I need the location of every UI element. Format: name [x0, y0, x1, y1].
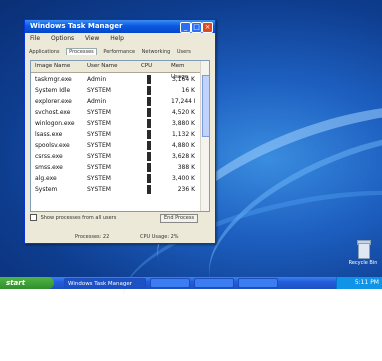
table-row[interactable]: alg.exe SYSTEM 3,400 K — [31, 173, 201, 184]
process-mem: 3,400 K — [171, 175, 195, 182]
clock[interactable]: 5:11 PM — [355, 279, 379, 286]
process-list[interactable]: Image Name User Name CPU Mem Usage taskm… — [30, 60, 210, 212]
process-name: lsass.exe — [35, 131, 63, 138]
taskbar-item[interactable] — [194, 278, 234, 288]
menu-help[interactable]: Help — [110, 35, 124, 42]
process-name: svchost.exe — [35, 109, 71, 116]
process-mem: 1,132 K — [171, 131, 195, 138]
process-cpu — [147, 75, 151, 84]
table-row[interactable]: System Idle SYSTEM 16 K — [31, 85, 201, 96]
desktop: Recycle Bin Windows Task Manager _ □ × F… — [0, 0, 382, 361]
process-mem: 4,880 K — [171, 142, 195, 149]
table-row[interactable]: System SYSTEM 236 K — [31, 184, 201, 195]
close-button[interactable]: × — [202, 22, 213, 33]
vertical-scrollbar[interactable] — [200, 61, 209, 211]
process-user: Admin — [87, 98, 107, 105]
process-mem: 236 K — [177, 186, 195, 193]
show-all-row: Show processes from all users End Proces… — [30, 214, 208, 223]
process-user: SYSTEM — [87, 164, 111, 171]
process-name: csrss.exe — [35, 153, 63, 160]
process-cpu — [147, 141, 151, 150]
tab-applications[interactable]: Applications — [29, 49, 60, 55]
list-header: Image Name User Name CPU Mem Usage — [31, 61, 201, 80]
process-name: alg.exe — [35, 175, 57, 182]
process-user: SYSTEM — [87, 109, 111, 116]
menu-options[interactable]: Options — [51, 35, 74, 42]
tab-networking[interactable]: Networking — [142, 49, 171, 55]
tab-performance[interactable]: Performance — [103, 49, 135, 55]
process-mem: 4,520 K — [171, 109, 195, 116]
process-user: SYSTEM — [87, 131, 111, 138]
process-name: explorer.exe — [35, 98, 72, 105]
process-cpu — [147, 119, 151, 128]
process-cpu — [147, 97, 151, 106]
taskbar-item[interactable]: Windows Task Manager — [64, 278, 146, 288]
menu-view[interactable]: View — [85, 35, 99, 42]
table-row[interactable]: smss.exe SYSTEM 388 K — [31, 162, 201, 173]
process-mem: 388 K — [177, 164, 195, 171]
end-process-button[interactable]: End Process — [160, 214, 199, 223]
process-user: SYSTEM — [87, 120, 111, 127]
process-user: SYSTEM — [87, 175, 111, 182]
show-all-label: Show processes from all users — [40, 215, 117, 221]
menu-bar: File Options View Help — [25, 34, 215, 43]
show-all-checkbox[interactable] — [30, 214, 37, 221]
tab-users[interactable]: Users — [177, 49, 191, 55]
process-cpu — [147, 163, 151, 172]
process-name: smss.exe — [35, 164, 63, 171]
process-mem: 3,880 K — [171, 120, 195, 127]
maximize-button[interactable]: □ — [191, 22, 202, 33]
table-row[interactable]: explorer.exe Admin 17,244 K — [31, 96, 201, 107]
minimize-button[interactable]: _ — [180, 22, 191, 33]
process-cpu — [147, 152, 151, 161]
system-tray: 5:11 PM — [336, 277, 382, 289]
task-manager-window: Windows Task Manager _ □ × File Options … — [24, 19, 216, 244]
process-cpu — [147, 108, 151, 117]
taskbar-item[interactable] — [238, 278, 278, 288]
status-cpu: CPU Usage: 2% — [140, 234, 179, 240]
process-user: SYSTEM — [87, 153, 111, 160]
tab-strip: Applications Processes Performance Netwo… — [29, 48, 211, 56]
title-bar[interactable]: Windows Task Manager _ □ × — [25, 20, 215, 33]
column-header-cpu[interactable]: CPU — [141, 61, 152, 72]
process-name: winlogon.exe — [35, 120, 75, 127]
process-user: Admin — [87, 76, 107, 83]
process-cpu — [147, 185, 151, 194]
process-name: taskmgr.exe — [35, 76, 72, 83]
process-mem: 3,628 K — [171, 153, 195, 160]
recycle-bin-icon[interactable] — [356, 239, 371, 259]
process-name: System Idle — [35, 87, 71, 94]
taskbar: start Windows Task Manager 5:11 PM — [0, 277, 382, 289]
process-name: spoolsv.exe — [35, 142, 70, 149]
status-bar: Processes: 22 CPU Usage: 2% — [30, 233, 208, 241]
taskbar-item[interactable] — [150, 278, 190, 288]
column-header-user-name[interactable]: User Name — [87, 61, 118, 72]
scrollbar-thumb[interactable] — [202, 75, 209, 137]
table-row[interactable]: csrss.exe SYSTEM 3,628 K — [31, 151, 201, 162]
process-user: SYSTEM — [87, 142, 111, 149]
process-mem: 3,164 K — [171, 76, 195, 83]
table-row[interactable]: svchost.exe SYSTEM 4,520 K — [31, 107, 201, 118]
window-title: Windows Task Manager — [30, 22, 123, 30]
recycle-bin-label: Recycle Bin — [348, 260, 378, 266]
column-header-image-name[interactable]: Image Name — [35, 61, 70, 72]
process-user: SYSTEM — [87, 87, 111, 94]
process-mem: 17,244 K — [171, 98, 195, 105]
process-mem: 16 K — [181, 87, 195, 94]
process-name: System — [35, 186, 58, 193]
table-row[interactable]: spoolsv.exe SYSTEM 4,880 K — [31, 140, 201, 151]
table-row[interactable]: winlogon.exe SYSTEM 3,880 K — [31, 118, 201, 129]
table-row[interactable]: taskmgr.exe Admin 3,164 K — [31, 74, 201, 85]
tab-processes[interactable]: Processes — [66, 48, 97, 55]
start-button[interactable]: start — [0, 277, 54, 289]
process-cpu — [147, 86, 151, 95]
status-processes: Processes: 22 — [75, 234, 110, 240]
menu-file[interactable]: File — [30, 35, 40, 42]
process-cpu — [147, 174, 151, 183]
process-cpu — [147, 130, 151, 139]
process-user: SYSTEM — [87, 186, 111, 193]
table-row[interactable]: lsass.exe SYSTEM 1,132 K — [31, 129, 201, 140]
